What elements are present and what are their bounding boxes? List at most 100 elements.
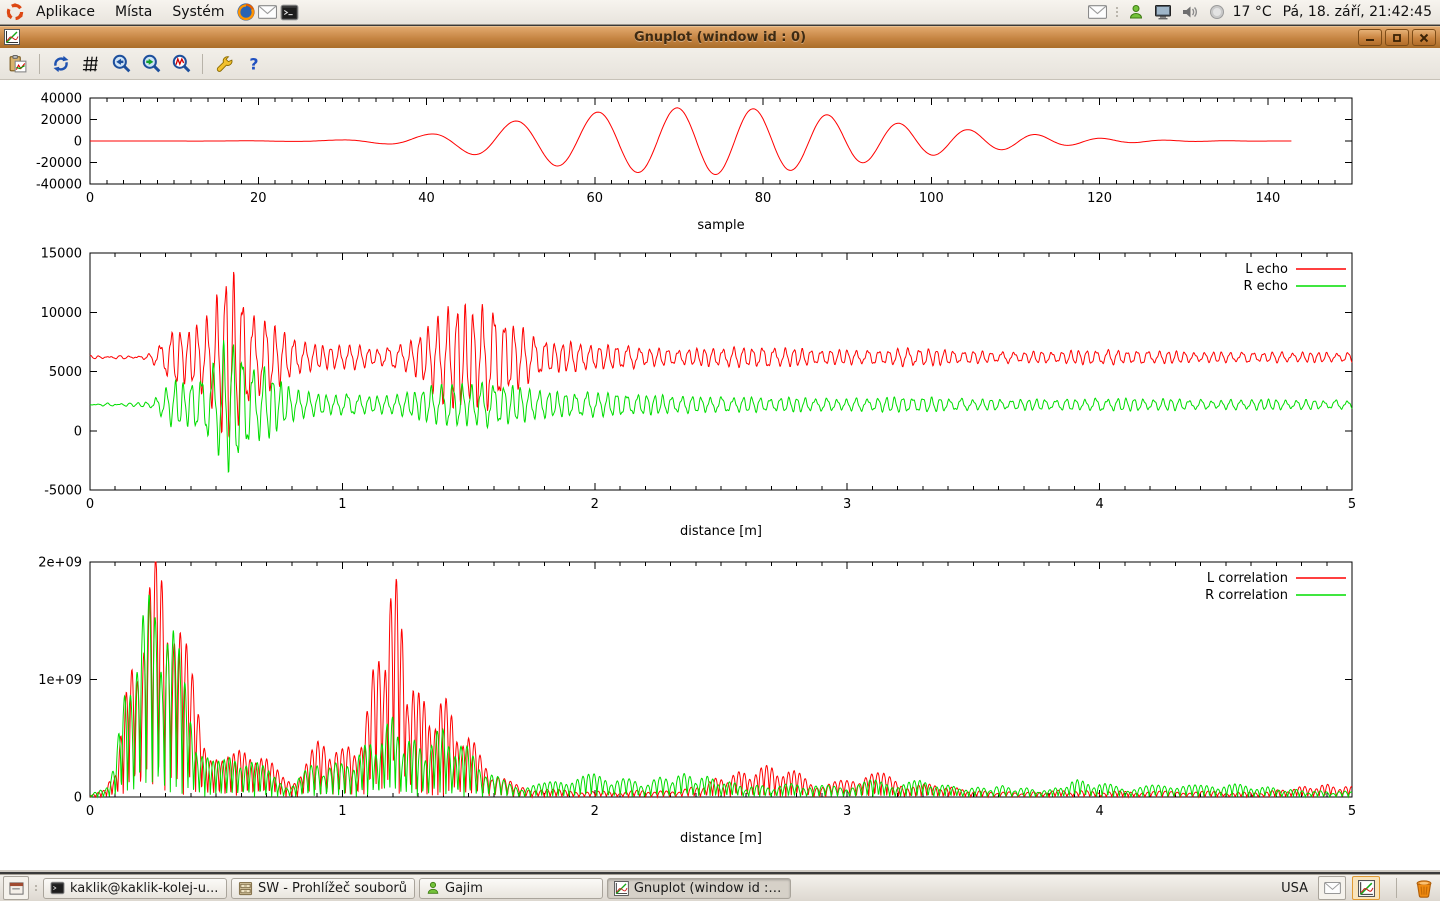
titlebar[interactable]: Gnuplot (window id : 0): [0, 26, 1440, 48]
minimize-button[interactable]: [1358, 29, 1382, 46]
weather-icon[interactable]: [1206, 1, 1228, 23]
svg-text:140: 140: [1255, 191, 1280, 206]
window-title: Gnuplot (window id : 0): [0, 30, 1440, 45]
svg-text:L correlation: L correlation: [1207, 571, 1288, 586]
svg-text:20000: 20000: [41, 113, 82, 128]
tray-mail-icon[interactable]: [1087, 1, 1109, 23]
svg-text:20: 20: [250, 191, 267, 206]
svg-text:sample: sample: [697, 218, 744, 233]
svg-text:120: 120: [1087, 191, 1112, 206]
task-label: kaklik@kaklik-kolej-u...: [70, 881, 218, 896]
svg-text:2: 2: [591, 804, 599, 819]
zoom-region-icon[interactable]: [169, 52, 193, 76]
svg-text:5000: 5000: [49, 365, 82, 380]
series-l-correlation: [90, 562, 1352, 797]
display-icon[interactable]: [1152, 1, 1174, 23]
toggle-grid-icon[interactable]: [79, 52, 103, 76]
taskbar: kaklik@kaklik-kolej-u... SW - Prohlížeč …: [0, 874, 1440, 901]
copy-to-clipboard-icon[interactable]: [6, 52, 30, 76]
sample-plot: 020406080100120140-40000-200000200004000…: [36, 92, 1352, 234]
close-button[interactable]: [1412, 29, 1436, 46]
maximize-button[interactable]: [1385, 29, 1409, 46]
svg-text:100: 100: [919, 191, 944, 206]
plot-frame: [90, 562, 1352, 797]
svg-text:4: 4: [1095, 497, 1103, 512]
svg-text:-40000: -40000: [36, 178, 82, 193]
task-gajim[interactable]: Gajim: [419, 878, 603, 899]
tray-gnuplot-button[interactable]: [1352, 876, 1380, 900]
tray-grip[interactable]: [1116, 7, 1118, 17]
series-r-correlation: [90, 595, 1352, 797]
tray-mail-button[interactable]: [1318, 876, 1346, 900]
panel-left: Aplikace Místa Systém: [0, 0, 301, 24]
task-file-manager[interactable]: SW - Prohlížeč souborů: [231, 878, 415, 899]
svg-text:distance [m]: distance [m]: [680, 831, 762, 846]
plot-frame: [90, 253, 1352, 490]
task-label: SW - Prohlížeč souborů: [258, 881, 407, 896]
svg-text:3: 3: [843, 804, 851, 819]
clock[interactable]: Pá, 18. září, 21:42:45: [1277, 4, 1432, 20]
weather-temperature[interactable]: 17 °C: [1233, 4, 1272, 20]
taskbar-grip: [35, 885, 37, 891]
series-signal: [90, 108, 1291, 175]
presence-icon[interactable]: [1125, 1, 1147, 23]
svg-text:R echo: R echo: [1243, 279, 1288, 294]
terminal-icon[interactable]: [279, 1, 301, 23]
svg-text:0: 0: [86, 191, 94, 206]
svg-text:2: 2: [591, 497, 599, 512]
svg-text:4: 4: [1095, 804, 1103, 819]
help-icon[interactable]: ?: [242, 52, 266, 76]
plot-canvas[interactable]: 020406080100120140-40000-200000200004000…: [0, 80, 1440, 870]
svg-text:40: 40: [418, 191, 435, 206]
menu-places[interactable]: Místa: [105, 0, 162, 24]
svg-text:0: 0: [86, 804, 94, 819]
window-bottom-edge: [0, 870, 1440, 872]
svg-text:40000: 40000: [41, 92, 82, 107]
task-label: Gnuplot (window id : 0): [634, 881, 784, 896]
svg-text:L echo: L echo: [1245, 262, 1288, 277]
mail-icon[interactable]: [257, 1, 279, 23]
settings-wrench-icon[interactable]: [212, 52, 236, 76]
top-panel: Aplikace Místa Systém: [0, 0, 1440, 25]
keyboard-layout-indicator[interactable]: USA: [1277, 881, 1312, 896]
task-gnuplot[interactable]: Gnuplot (window id : 0): [607, 878, 791, 899]
menu-system[interactable]: Systém: [162, 0, 234, 24]
window-list-icon[interactable]: [3, 876, 29, 900]
firefox-icon[interactable]: [235, 1, 257, 23]
gnuplot-toolbar: ?: [0, 48, 1440, 80]
svg-text:2e+09: 2e+09: [38, 556, 82, 571]
toolbar-separator: [39, 54, 40, 74]
gnuplot-window: Gnuplot (window id : 0): [0, 26, 1440, 872]
replot-icon[interactable]: [49, 52, 73, 76]
svg-text:1: 1: [338, 497, 346, 512]
svg-text:5: 5: [1348, 497, 1356, 512]
svg-text:15000: 15000: [41, 247, 82, 262]
taskbar-window-list: kaklik@kaklik-kolej-u... SW - Prohlížeč …: [0, 876, 1277, 900]
volume-icon[interactable]: [1179, 1, 1201, 23]
ubuntu-logo-icon[interactable]: [4, 1, 26, 23]
window-controls: [1358, 29, 1436, 46]
svg-text:-5000: -5000: [44, 484, 82, 499]
svg-text:0: 0: [86, 497, 94, 512]
svg-text:R correlation: R correlation: [1205, 588, 1288, 603]
trash-icon[interactable]: [1413, 877, 1435, 899]
toolbar-separator: [202, 54, 203, 74]
svg-text:1: 1: [338, 804, 346, 819]
task-terminal[interactable]: kaklik@kaklik-kolej-u...: [43, 878, 227, 899]
menu-applications[interactable]: Aplikace: [26, 0, 105, 24]
svg-text:distance [m]: distance [m]: [680, 524, 762, 539]
task-label: Gajim: [445, 881, 483, 896]
svg-text:3: 3: [843, 497, 851, 512]
correlation-plot: 0 1 2 3 4 5 0 1e+09 2e+09 distance [m] L correlati…: [38, 556, 1356, 847]
zoom-next-icon[interactable]: [139, 52, 163, 76]
zoom-previous-icon[interactable]: [109, 52, 133, 76]
svg-text:5: 5: [1348, 804, 1356, 819]
plots: 020406080100120140-40000-200000200004000…: [0, 80, 1440, 870]
svg-text:?: ?: [249, 55, 258, 73]
svg-text:0: 0: [74, 791, 82, 806]
svg-text:0: 0: [74, 424, 82, 439]
svg-text:1e+09: 1e+09: [38, 673, 82, 688]
gnuplot-window-icon: [4, 29, 20, 45]
svg-text:10000: 10000: [41, 306, 82, 321]
tray-separator: [1396, 878, 1397, 898]
